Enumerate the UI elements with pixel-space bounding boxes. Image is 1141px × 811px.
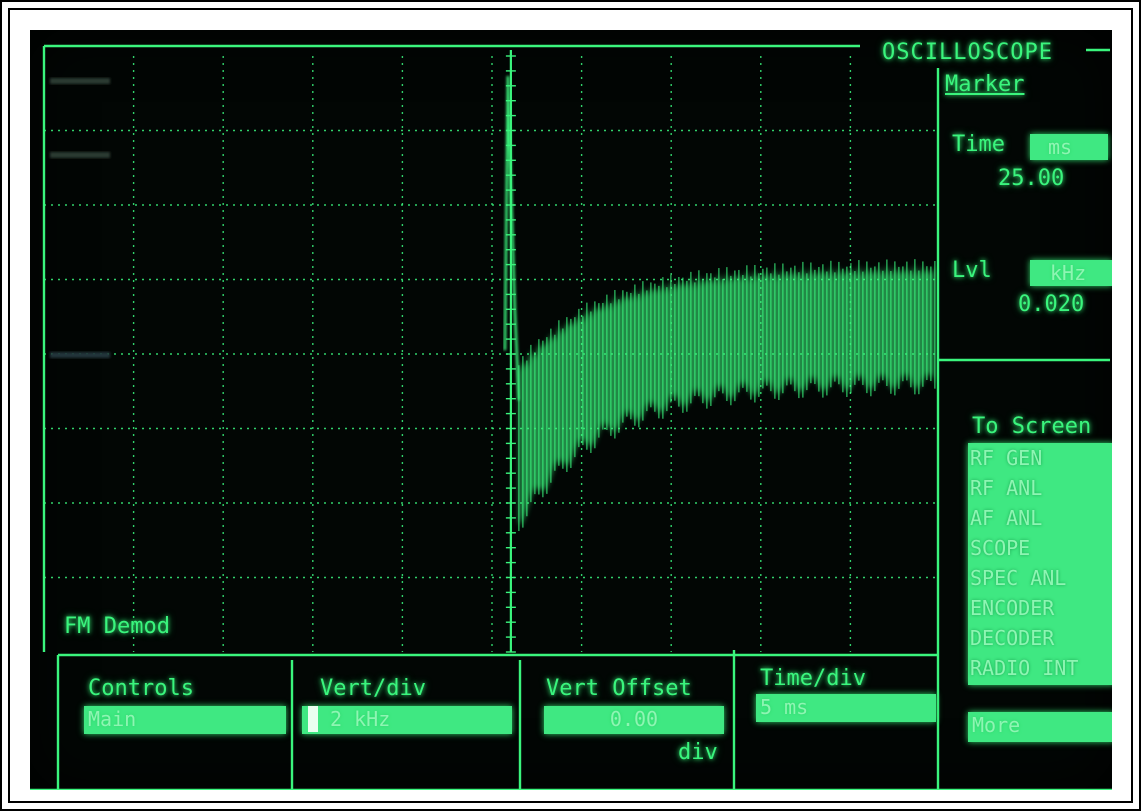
time-div-field[interactable]: 5 ms: [756, 694, 936, 722]
marker-time-label: Time: [952, 132, 1005, 157]
vert-div-value: 2 kHz: [330, 707, 391, 731]
to-screen-item-scope[interactable]: SCOPE: [968, 533, 1112, 563]
oscilloscope-screen: OSCILLOSCOPE Marker Time ms 25.00 Lvl kH…: [30, 30, 1112, 790]
text-cursor: [308, 706, 318, 732]
to-screen-item-radio-int[interactable]: RADIO INT: [968, 653, 1112, 683]
marker-time-unit-field[interactable]: ms: [1030, 134, 1108, 160]
to-screen-item-rf-anl[interactable]: RF ANL: [968, 473, 1112, 503]
trace-label: FM Demod: [64, 614, 170, 639]
to-screen-item-rf-gen[interactable]: RF GEN: [968, 443, 1112, 473]
fm-demod-trace: [44, 75, 936, 531]
vert-div-field[interactable]: 2 kHz: [302, 706, 512, 734]
controls-field[interactable]: Main: [84, 706, 286, 734]
time-div-value: 5 ms: [760, 695, 809, 719]
screen-title: OSCILLOSCOPE: [882, 40, 1053, 65]
more-label: More: [972, 713, 1021, 737]
to-screen-item-encoder[interactable]: ENCODER: [968, 593, 1112, 623]
controls-label: Controls: [88, 676, 194, 701]
vert-div-label: Vert/div: [320, 676, 426, 701]
vert-offset-label: Vert Offset: [546, 676, 692, 701]
to-screen-item-af-anl[interactable]: AF ANL: [968, 503, 1112, 533]
marker-level-unit-field[interactable]: kHz: [1030, 260, 1112, 286]
vert-offset-unit: div: [678, 740, 718, 765]
to-screen-title: To Screen: [972, 414, 1092, 439]
time-div-label: Time/div: [760, 666, 866, 691]
marker-time-unit: ms: [1048, 135, 1073, 159]
screen-reflection: [50, 352, 110, 358]
marker-level-label: Lvl: [952, 258, 992, 283]
marker-menu-title[interactable]: Marker: [945, 72, 1024, 97]
vert-offset-field[interactable]: 0.00: [544, 706, 724, 734]
screen-reflection: [50, 152, 110, 158]
screen-reflection: [50, 78, 110, 84]
controls-value: Main: [88, 707, 137, 731]
marker-time-value: 25.00: [998, 166, 1065, 191]
to-screen-item-decoder[interactable]: DECODER: [968, 623, 1112, 653]
marker-level-value: 0.020: [1018, 292, 1085, 317]
more-button[interactable]: More: [968, 712, 1112, 742]
to-screen-list: RF GEN RF ANL AF ANL SCOPE SPEC ANL ENCO…: [968, 443, 1112, 685]
marker-level-unit: kHz: [1050, 261, 1087, 285]
to-screen-item-spec-anl[interactable]: SPEC ANL: [968, 563, 1112, 593]
vert-offset-value: 0.00: [609, 707, 659, 731]
